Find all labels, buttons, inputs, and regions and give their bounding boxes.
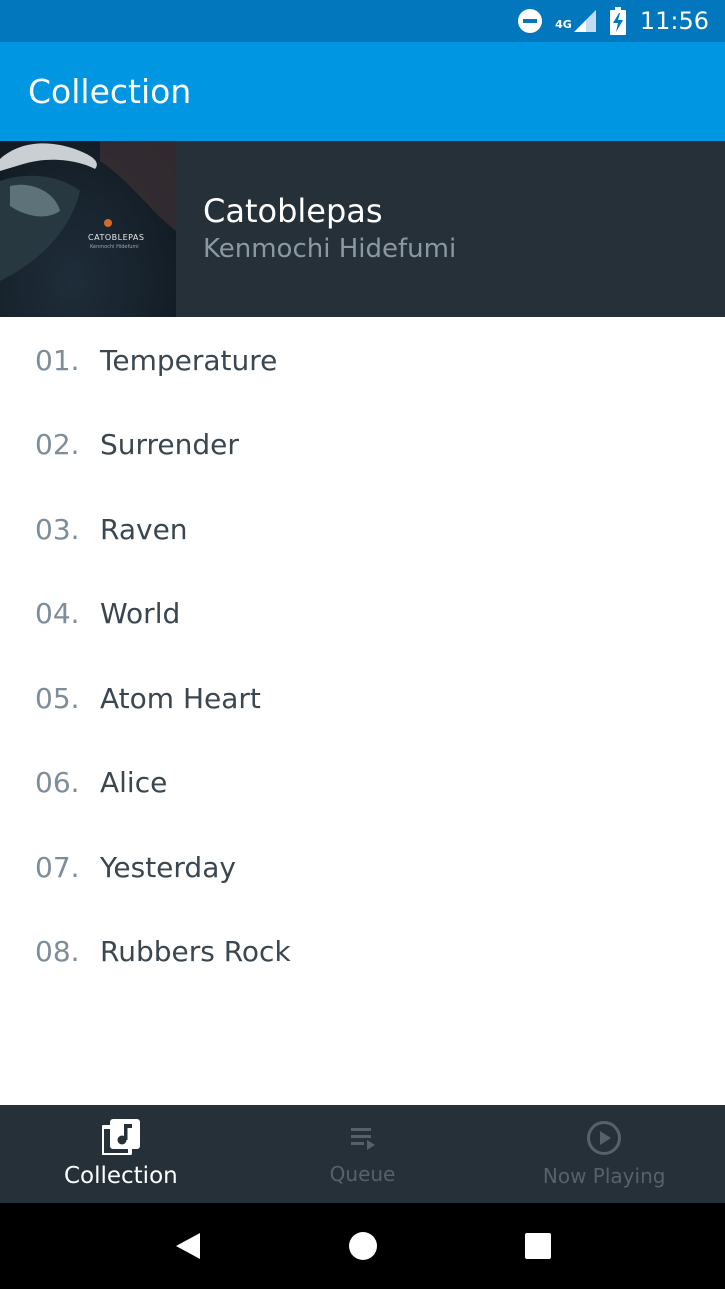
album-header[interactable]: CATOBLEPAS Kenmochi Hidefumi Catoblepas … [0,141,725,317]
track-row[interactable]: 05. Atom Heart [0,656,725,741]
album-info: Catoblepas Kenmochi Hidefumi [176,141,456,317]
track-row[interactable]: 03. Raven [0,487,725,572]
track-number: 05. [35,681,80,715]
track-name: Yesterday [100,850,236,884]
track-row[interactable]: 02. Surrender [0,403,725,488]
back-icon[interactable] [168,1226,208,1266]
track-number: 06. [35,766,80,800]
track-number: 01. [35,343,80,377]
track-row[interactable]: 01. Temperature [0,318,725,403]
track-row[interactable]: 04. World [0,572,725,657]
nav-label: Collection [63,1163,178,1189]
nav-label: Now Playing [542,1164,666,1188]
page-title: Collection [28,72,192,111]
nav-collection[interactable]: Collection [0,1105,242,1203]
nav-queue[interactable]: Queue [242,1105,484,1203]
status-bar: 4G 11:56 [0,0,725,42]
track-row[interactable]: 07. Yesterday [0,825,725,910]
album-artist: Kenmochi Hidefumi [203,234,457,264]
track-number: 03. [35,512,80,546]
bottom-navigation: Collection Queue Now Playing [0,1105,725,1203]
track-name: Temperature [100,343,278,377]
track-name: Surrender [100,428,239,462]
album-art-subtext: Kenmochi Hidefumi [90,244,139,250]
track-list: 01. Temperature 02. Surrender 03. Raven 04.… [0,318,725,994]
track-name: Rubbers Rock [100,935,291,969]
play-circle-icon [586,1120,622,1160]
album-art-text: CATOBLEPAS [88,233,145,242]
system-navigation-bar [0,1203,725,1289]
queue-icon [347,1122,379,1158]
track-number: 08. [35,935,80,969]
album-title: Catoblepas [203,192,383,230]
track-row[interactable]: 06. Alice [0,741,725,826]
track-name: Raven [100,512,188,546]
album-art: CATOBLEPAS Kenmochi Hidefumi [0,141,176,317]
do-not-disturb-icon [517,8,543,34]
signal-icon: 4G [555,8,598,34]
status-time: 11:56 [639,7,709,35]
library-music-icon [99,1119,140,1159]
track-number: 07. [35,850,80,884]
track-name: World [100,597,181,631]
home-icon[interactable] [343,1226,383,1266]
track-row[interactable]: 08. Rubbers Rock [0,910,725,995]
track-number: 02. [35,428,80,462]
nav-label: Queue [329,1162,396,1186]
recents-icon[interactable] [518,1226,558,1266]
nav-now-playing[interactable]: Now Playing [483,1105,725,1203]
track-number: 04. [35,597,80,631]
battery-charging-icon [609,7,626,35]
track-name: Alice [100,766,168,800]
track-name: Atom Heart [100,681,261,715]
app-bar: Collection [0,42,725,141]
